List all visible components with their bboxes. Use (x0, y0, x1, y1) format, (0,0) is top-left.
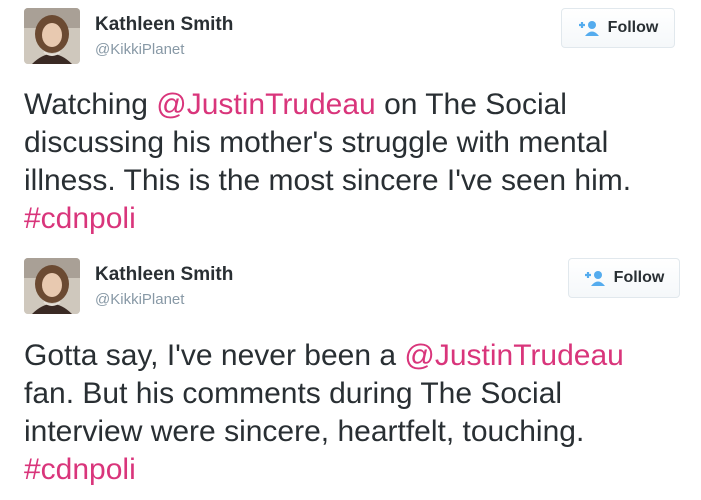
avatar-image (24, 258, 80, 314)
avatar-image (24, 8, 80, 64)
hashtag-link[interactable]: #cdnpoli (24, 202, 136, 235)
avatar[interactable] (24, 258, 80, 314)
mention-link[interactable]: @JustinTrudeau (404, 339, 623, 372)
user-handle[interactable]: @KikkiPlanet (95, 291, 184, 308)
follow-button[interactable]: Follow (561, 8, 675, 48)
mention-link[interactable]: @JustinTrudeau (156, 88, 375, 121)
follow-button[interactable]: Follow (568, 258, 680, 298)
user-name[interactable]: Kathleen Smith (95, 264, 233, 286)
tweet-card: Kathleen Smith @KikkiPlanet Follow Watch… (0, 0, 701, 250)
tweet-text: Watching @JustinTrudeau on The Social di… (24, 86, 681, 238)
user-name[interactable]: Kathleen Smith (95, 14, 233, 36)
follow-label: Follow (607, 19, 659, 36)
follow-label: Follow (613, 269, 665, 286)
tweet-text: Gotta say, I've never been a @JustinTrud… (24, 337, 681, 489)
add-user-icon (578, 20, 600, 36)
tweet-text-part: Gotta say, I've never been a (24, 339, 405, 372)
tweet-card: Kathleen Smith @KikkiPlanet Follow Gotta… (0, 250, 701, 500)
avatar[interactable] (24, 8, 80, 64)
user-handle[interactable]: @KikkiPlanet (95, 41, 184, 58)
tweet-text-part: fan. But his comments during The Social … (24, 377, 585, 448)
tweet-text-part: Watching (24, 88, 157, 121)
add-user-icon (584, 270, 606, 286)
hashtag-link[interactable]: #cdnpoli (24, 453, 136, 486)
